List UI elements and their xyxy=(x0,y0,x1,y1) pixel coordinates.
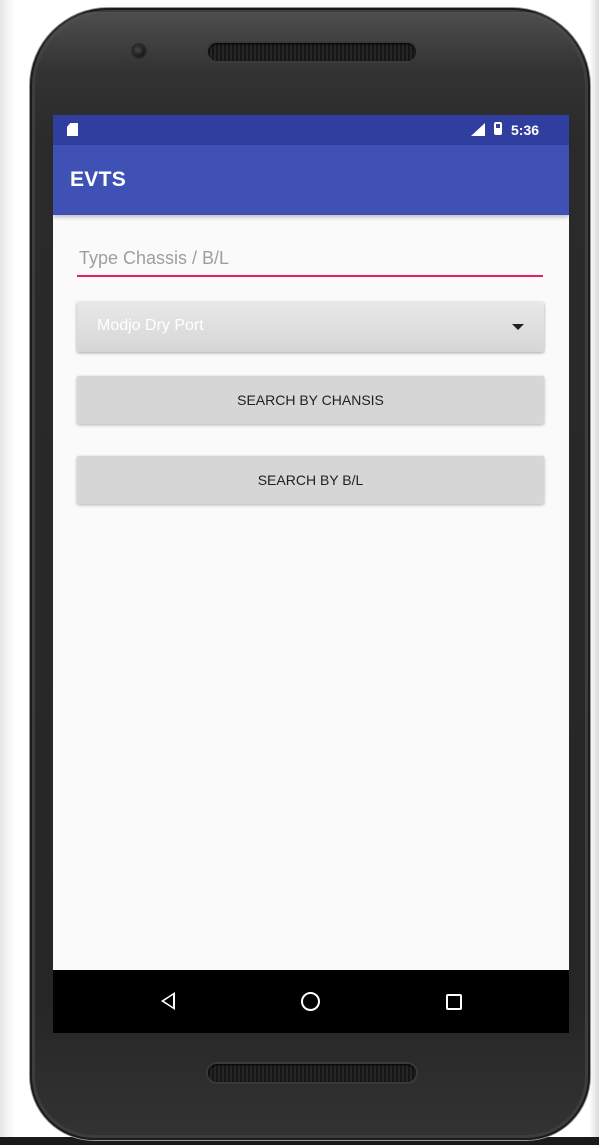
app-toolbar: EVTS xyxy=(53,145,569,215)
battery-icon xyxy=(494,122,502,135)
signal-icon xyxy=(471,123,485,136)
port-dropdown-value: Modjo Dry Port xyxy=(97,317,204,334)
search-by-chassis-button[interactable]: SEARCH BY CHANSIS xyxy=(77,376,544,424)
navigation-bar xyxy=(53,970,569,1033)
camera-icon xyxy=(133,45,145,57)
bottom-speaker xyxy=(208,1064,416,1082)
phone-highlight xyxy=(34,12,586,72)
device-screen: 5:36 EVTS Modjo Dry Port SEARCH BY CHANS… xyxy=(53,115,569,1033)
search-by-bl-button[interactable]: SEARCH BY B/L xyxy=(77,456,544,504)
back-icon[interactable] xyxy=(161,992,175,1010)
home-icon[interactable] xyxy=(301,992,320,1011)
port-dropdown[interactable]: Modjo Dry Port xyxy=(77,302,544,352)
page-edge-right xyxy=(589,0,599,1145)
status-time: 5:36 xyxy=(511,122,540,138)
app-title: EVTS xyxy=(70,168,127,191)
chassis-bl-input[interactable] xyxy=(77,245,543,277)
main-content: Modjo Dry Port SEARCH BY CHANSIS SEARCH … xyxy=(53,215,569,970)
status-bar: 5:36 xyxy=(53,115,569,145)
earpiece-speaker xyxy=(208,43,416,61)
dropdown-arrow-icon xyxy=(512,324,524,330)
recents-icon[interactable] xyxy=(446,994,462,1010)
page-edge xyxy=(0,0,14,1145)
sd-card-icon xyxy=(67,123,78,136)
